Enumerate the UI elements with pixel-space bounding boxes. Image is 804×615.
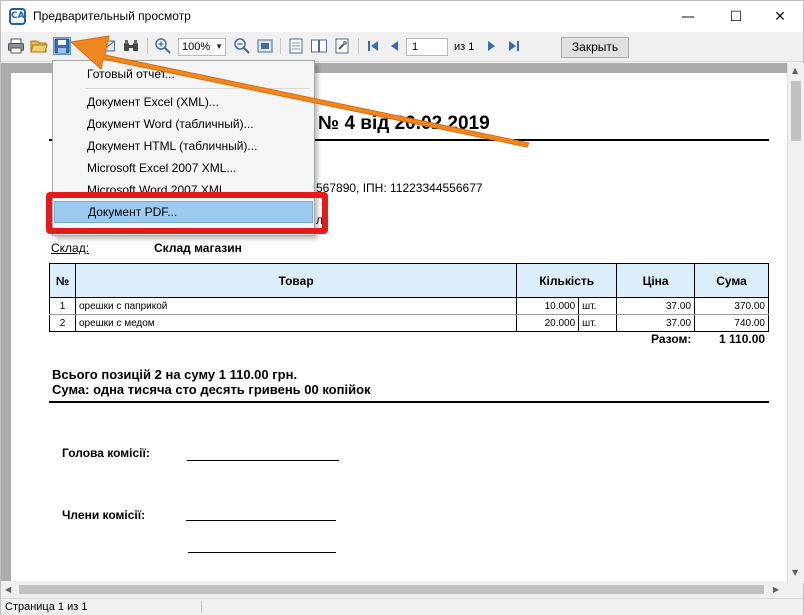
sum: 370.00 <box>694 297 769 315</box>
vertical-scrollbar[interactable]: ▲ ▼ <box>787 63 804 583</box>
unit: шт. <box>578 314 618 332</box>
first-page-icon[interactable] <box>364 37 382 55</box>
two-pages-icon[interactable] <box>310 37 328 55</box>
table-row: 2 орешки с медом 20.000 шт. 37.00 740.00 <box>49 314 769 332</box>
menu-item-word-table[interactable]: Документ Word (табличный)... <box>54 113 313 135</box>
app-logo-icon: CA <box>9 8 26 25</box>
preview-window: CA Предварительный просмотр — ☐ ✕ 100% ▼ <box>0 0 804 615</box>
quantity: 20.000 <box>516 314 580 332</box>
title-bar: CA Предварительный просмотр — ☐ ✕ <box>1 1 803 32</box>
table-row: 1 орешки с паприкой 10.000 шт. 37.00 370… <box>49 297 769 315</box>
maximize-button[interactable]: ☐ <box>713 1 759 32</box>
member-signature-line <box>188 552 336 553</box>
menu-item-excel-xml[interactable]: Документ Excel (XML)... <box>54 91 313 113</box>
sum: 740.00 <box>694 314 769 332</box>
column-header-quantity: Кількість <box>516 263 618 298</box>
warehouse-label: Склад: <box>51 241 90 255</box>
zoom-in-icon[interactable] <box>154 37 172 55</box>
commission-members-label: Члени комісії: <box>62 508 146 522</box>
summary-amount-words: Сума: одна тисяча сто десять гривень 00 … <box>52 382 371 397</box>
scroll-down-icon[interactable]: ▼ <box>792 568 798 577</box>
toolbar-separator <box>280 38 281 54</box>
prev-page-icon[interactable] <box>386 37 404 55</box>
column-header-sum: Сума <box>694 263 769 298</box>
status-page-text: Страница 1 из 1 <box>5 601 88 613</box>
warehouse-value: Склад магазин <box>154 241 242 255</box>
horizontal-scroll-thumb[interactable] <box>19 585 764 594</box>
page-count-label: из 1 <box>454 41 475 53</box>
toolbar-separator <box>147 38 148 54</box>
pdf-highlight-frame <box>46 192 328 234</box>
window-title: Предварительный просмотр <box>33 9 191 23</box>
find-icon[interactable] <box>122 37 140 55</box>
quantity: 10.000 <box>516 297 580 315</box>
close-window-button[interactable]: ✕ <box>757 1 803 32</box>
company-codes: 567890, ІПН: 11223344556677 <box>316 181 483 195</box>
column-header-price: Ціна <box>616 263 696 298</box>
scroll-left-icon[interactable]: ◀ <box>5 585 11 594</box>
zoom-select[interactable]: 100% ▼ <box>178 38 226 56</box>
scroll-up-icon[interactable]: ▲ <box>792 66 798 75</box>
close-preview-button[interactable]: Закрыть <box>561 37 629 58</box>
single-page-icon[interactable] <box>287 37 305 55</box>
page-view-icon[interactable] <box>256 37 274 55</box>
zoom-value: 100% <box>182 41 211 53</box>
status-bar: Страница 1 из 1 <box>1 598 803 615</box>
summary-divider <box>49 401 769 403</box>
page-number-input[interactable]: 1 <box>406 38 448 56</box>
vertical-scroll-thumb[interactable] <box>791 81 801 141</box>
email-icon[interactable] <box>98 37 116 55</box>
zoom-out-icon[interactable] <box>233 37 251 55</box>
print-icon[interactable] <box>7 37 25 55</box>
product-name: орешки с паприкой <box>74 297 518 315</box>
items-table: № Товар Кількість Ціна Сума 1 орешки с п… <box>49 263 769 332</box>
chevron-down-icon: ▼ <box>215 42 223 51</box>
save-icon[interactable] <box>53 37 71 55</box>
head-signature-line <box>187 460 339 461</box>
last-page-icon[interactable] <box>505 37 523 55</box>
document-title: № 4 від 20.02.2019 <box>318 113 490 134</box>
total-label: Разом: <box>651 332 692 346</box>
row-number: 1 <box>49 297 76 315</box>
price: 37.00 <box>616 314 696 332</box>
menu-item-html-table[interactable]: Документ HTML (табличный)... <box>54 135 313 157</box>
toolbar: 100% ▼ 1 из 1 Закрыть <box>1 32 803 62</box>
open-folder-icon[interactable] <box>30 37 48 55</box>
product-name: орешки с медом <box>74 314 518 332</box>
summary-positions: Всього позицій 2 на суму 1 110.00 грн. <box>52 367 298 382</box>
settings-icon[interactable] <box>333 37 351 55</box>
menu-item-excel-2007[interactable]: Microsoft Excel 2007 XML... <box>54 157 313 179</box>
unit: шт. <box>578 297 618 315</box>
table-header-row: № Товар Кількість Ціна Сума <box>49 263 769 298</box>
menu-separator <box>85 88 310 89</box>
column-header-product: Товар <box>74 263 518 298</box>
price: 37.00 <box>616 297 696 315</box>
next-page-icon[interactable] <box>482 37 500 55</box>
total-value: 1 110.00 <box>719 332 766 346</box>
minimize-button[interactable]: — <box>665 1 711 32</box>
head-of-commission-label: Голова комісії: <box>62 446 150 460</box>
horizontal-scrollbar[interactable]: ◀ ▶ <box>1 581 787 598</box>
member-signature-line <box>186 520 336 521</box>
row-number: 2 <box>49 314 76 332</box>
column-header-number: № <box>49 263 76 298</box>
status-divider <box>201 601 202 613</box>
scroll-right-icon[interactable]: ▶ <box>773 585 779 594</box>
toolbar-separator <box>358 38 359 54</box>
menu-item-ready-report[interactable]: Готовый отчет... <box>54 63 313 85</box>
